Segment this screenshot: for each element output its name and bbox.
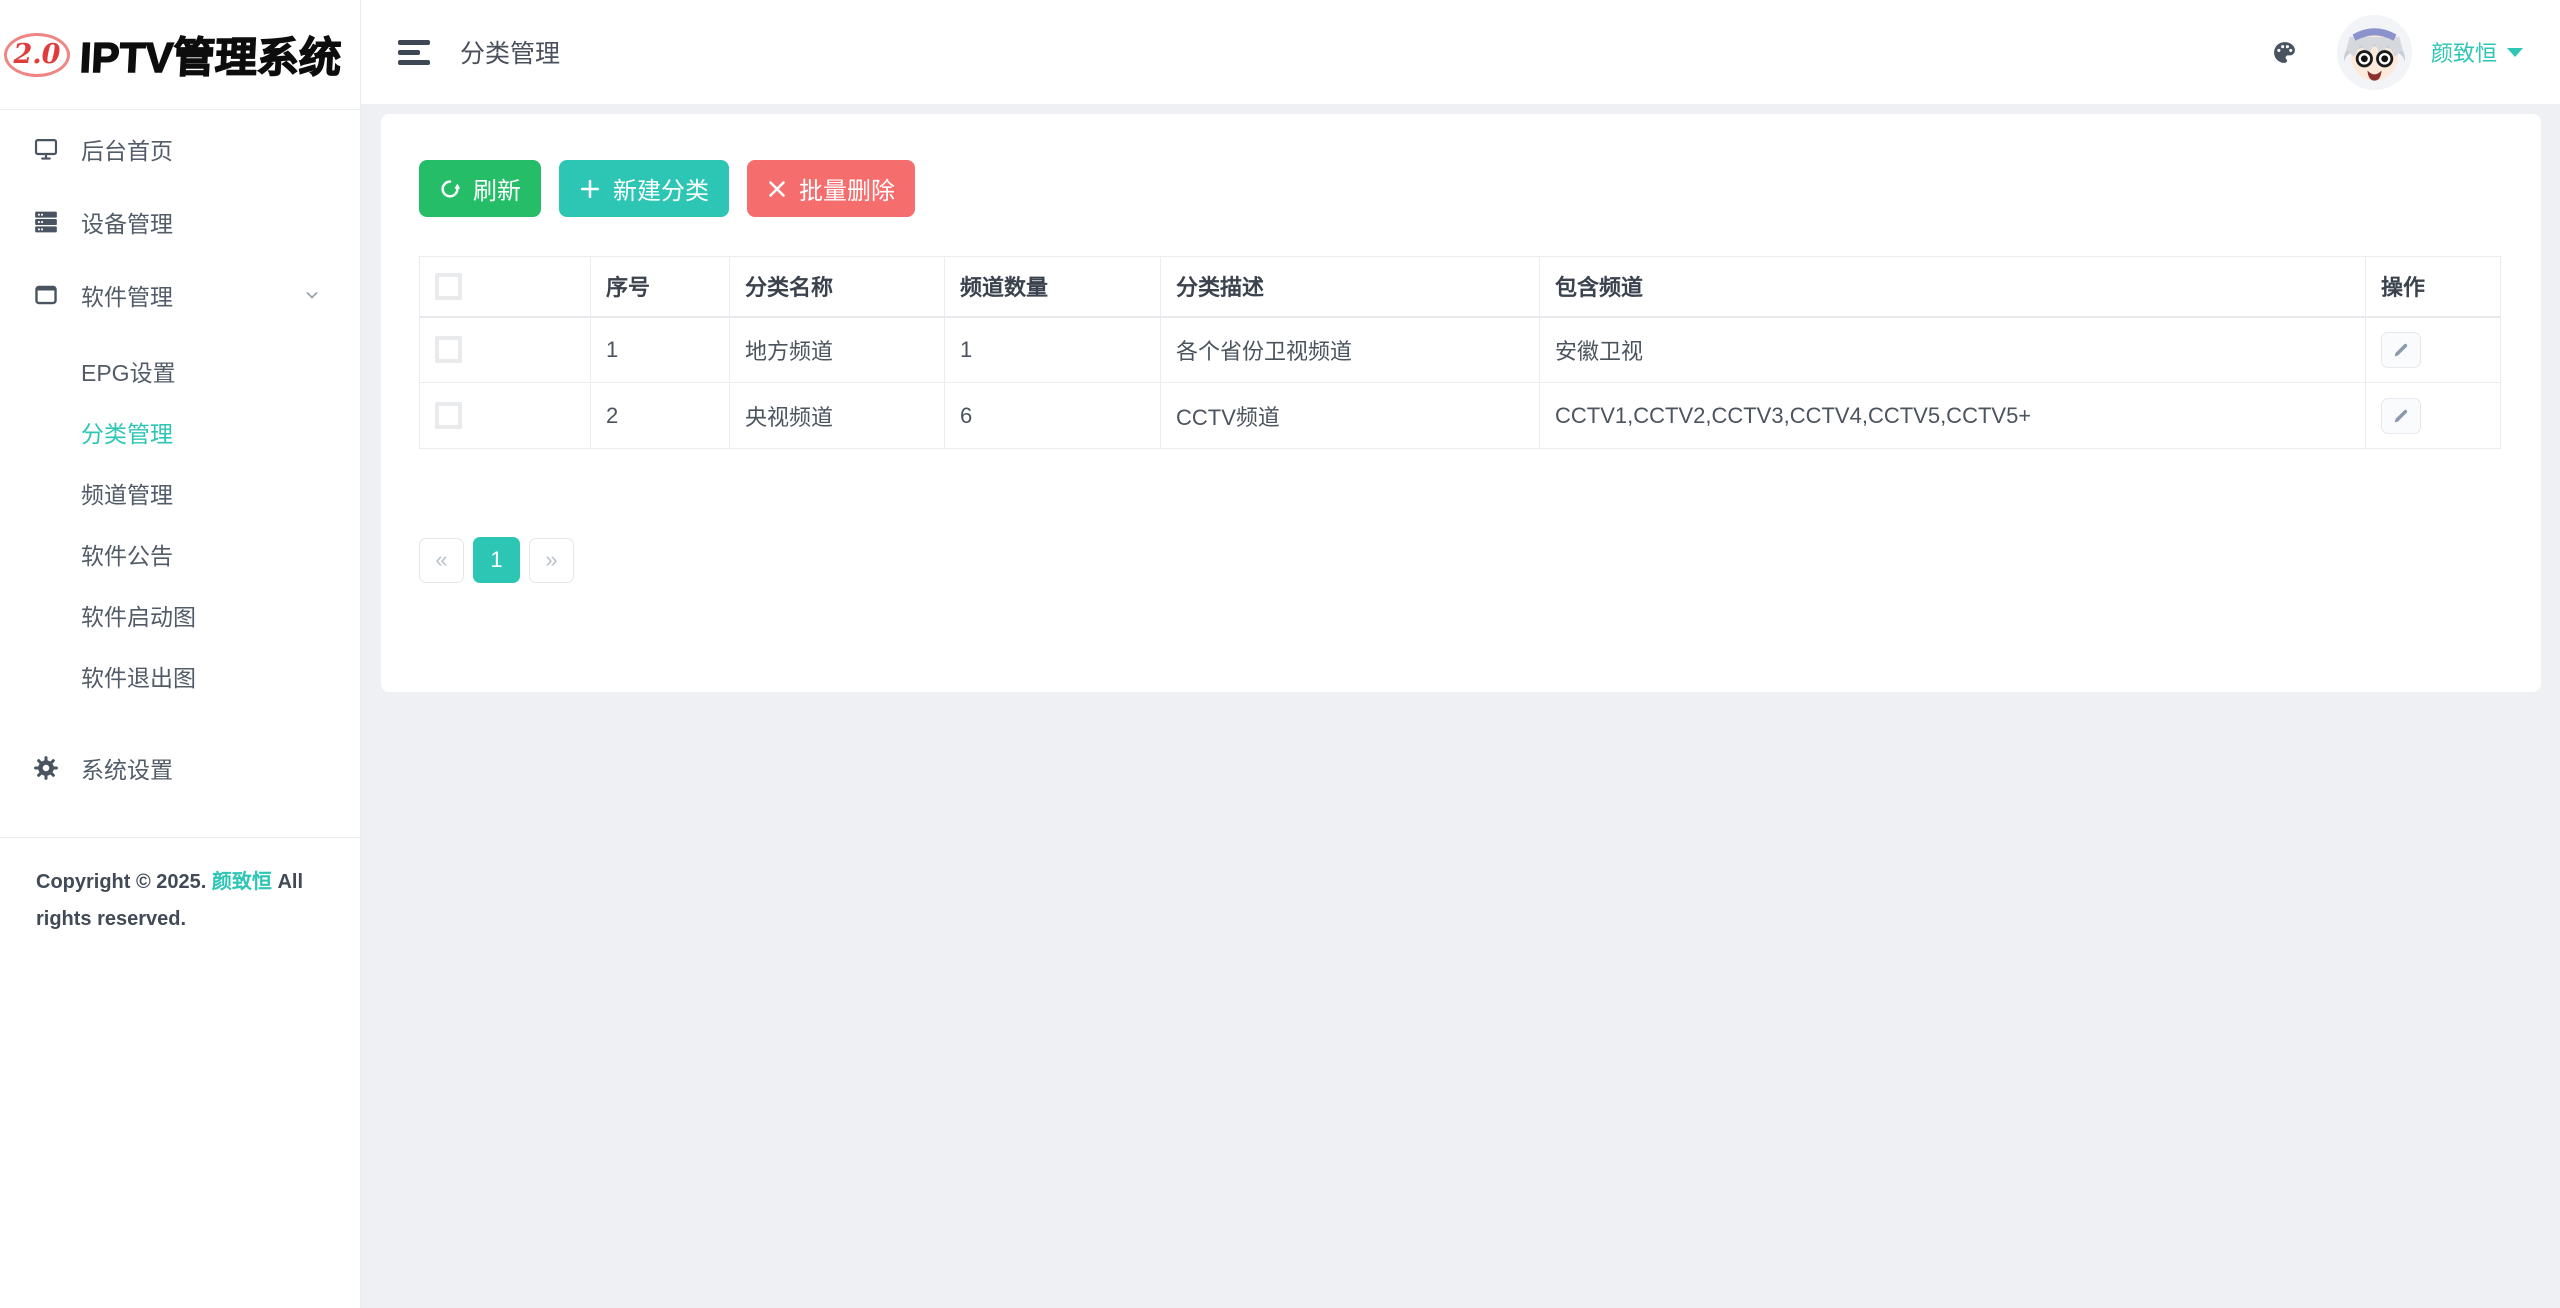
category-table: 序号 分类名称 频道数量 分类描述 包含频道 操作 1 地方频道 — [419, 256, 2501, 449]
cell-seq: 1 — [591, 317, 730, 383]
page-title: 分类管理 — [460, 34, 560, 70]
column-header: 操作 — [2366, 257, 2501, 317]
sidebar-item-label: 软件管理 — [81, 278, 173, 312]
create-category-button[interactable]: 新建分类 — [559, 160, 729, 217]
batch-delete-button[interactable]: 批量删除 — [747, 160, 915, 217]
software-submenu: EPG设置 分类管理 频道管理 软件公告 软件启动图 软件退出图 — [0, 331, 360, 715]
sidebar-item-settings[interactable]: 系统设置 — [0, 731, 360, 804]
column-header: 包含频道 — [1540, 257, 2366, 317]
chevron-down-icon — [304, 287, 320, 303]
cell-category-name: 地方频道 — [730, 317, 945, 383]
column-header: 序号 — [591, 257, 730, 317]
cell-channels: 安徽卫视 — [1540, 317, 2366, 383]
table-header-row: 序号 分类名称 频道数量 分类描述 包含频道 操作 — [420, 257, 2501, 317]
content-area: 刷新 新建分类 批量删除 — [361, 104, 2560, 1308]
cell-category-name: 央视频道 — [730, 383, 945, 449]
cell-channel-count: 1 — [945, 317, 1161, 383]
user-menu[interactable]: 颜致恒 — [2431, 36, 2523, 68]
sidebar: 2.0 IPTV管理系统 后台首页 — [0, 0, 361, 1308]
pencil-icon — [2392, 407, 2410, 425]
pagination-prev-button[interactable]: « — [419, 538, 464, 583]
username: 颜致恒 — [2431, 36, 2497, 68]
main-area: 分类管理 — [361, 0, 2560, 1308]
refresh-icon — [439, 178, 461, 200]
topbar-right: 颜致恒 — [2272, 15, 2523, 90]
pagination: « 1 » — [419, 537, 2501, 583]
menu-toggle-button[interactable] — [398, 40, 430, 65]
select-all-header-cell — [420, 257, 591, 317]
author-link[interactable]: 颜致恒 — [212, 871, 272, 893]
sidebar-subitem-exit-image[interactable]: 软件退出图 — [0, 645, 360, 706]
cell-description: CCTV频道 — [1161, 383, 1540, 449]
app-root: 2.0 IPTV管理系统 后台首页 — [0, 0, 2560, 1308]
column-header: 频道数量 — [945, 257, 1161, 317]
pencil-icon — [2392, 341, 2410, 359]
cell-seq: 2 — [591, 383, 730, 449]
edit-row-button[interactable] — [2381, 398, 2421, 434]
table-row: 2 央视频道 6 CCTV频道 CCTV1,CCTV2,CCTV3,CCTV4,… — [420, 383, 2501, 449]
select-all-checkbox[interactable] — [435, 273, 462, 300]
brand-title: IPTV管理系统 — [78, 24, 343, 85]
avatar-image — [2337, 15, 2412, 90]
app-window-icon — [33, 282, 59, 308]
monitor-icon — [33, 136, 59, 162]
theme-palette-button[interactable] — [2272, 40, 2297, 65]
close-icon — [767, 179, 787, 199]
sidebar-item-label: 系统设置 — [81, 751, 173, 785]
row-checkbox[interactable] — [435, 402, 462, 429]
topbar: 分类管理 — [361, 0, 2560, 104]
pagination-next-button[interactable]: » — [529, 538, 574, 583]
sidebar-item-software[interactable]: 软件管理 — [0, 258, 360, 331]
toolbar: 刷新 新建分类 批量删除 — [419, 160, 2501, 217]
sidebar-menu: 后台首页 设备管理 — [0, 110, 360, 804]
edit-row-button[interactable] — [2381, 332, 2421, 368]
cell-channel-count: 6 — [945, 383, 1161, 449]
sidebar-subitem-splash[interactable]: 软件启动图 — [0, 584, 360, 645]
version-badge: 2.0 — [4, 33, 70, 77]
sidebar-subitem-channel[interactable]: 频道管理 — [0, 462, 360, 523]
pagination-page-1[interactable]: 1 — [473, 537, 520, 583]
column-header: 分类名称 — [730, 257, 945, 317]
cell-description: 各个省份卫视频道 — [1161, 317, 1540, 383]
gear-icon — [33, 755, 59, 781]
refresh-button[interactable]: 刷新 — [419, 160, 541, 217]
sidebar-subitem-epg[interactable]: EPG设置 — [0, 340, 360, 401]
plus-icon — [579, 178, 601, 200]
server-icon — [33, 209, 59, 235]
brand: 2.0 IPTV管理系统 — [0, 0, 360, 110]
table-row: 1 地方频道 1 各个省份卫视频道 安徽卫视 — [420, 317, 2501, 383]
sidebar-item-home[interactable]: 后台首页 — [0, 112, 360, 185]
sidebar-subitem-category[interactable]: 分类管理 — [0, 401, 360, 462]
user-avatar[interactable] — [2337, 15, 2412, 90]
row-checkbox[interactable] — [435, 336, 462, 363]
copyright-prefix: Copyright © 2025. — [36, 871, 206, 893]
sidebar-item-label: 设备管理 — [81, 205, 173, 239]
category-card: 刷新 新建分类 批量删除 — [381, 114, 2541, 692]
cell-channels: CCTV1,CCTV2,CCTV3,CCTV4,CCTV5,CCTV5+ — [1540, 383, 2366, 449]
column-header: 分类描述 — [1161, 257, 1540, 317]
sidebar-item-devices[interactable]: 设备管理 — [0, 185, 360, 258]
caret-down-icon — [2507, 48, 2523, 57]
sidebar-item-label: 后台首页 — [81, 132, 173, 166]
sidebar-subitem-announcement[interactable]: 软件公告 — [0, 523, 360, 584]
palette-icon — [2272, 40, 2297, 65]
copyright: Copyright © 2025. 颜致恒 All rights reserve… — [0, 837, 360, 938]
